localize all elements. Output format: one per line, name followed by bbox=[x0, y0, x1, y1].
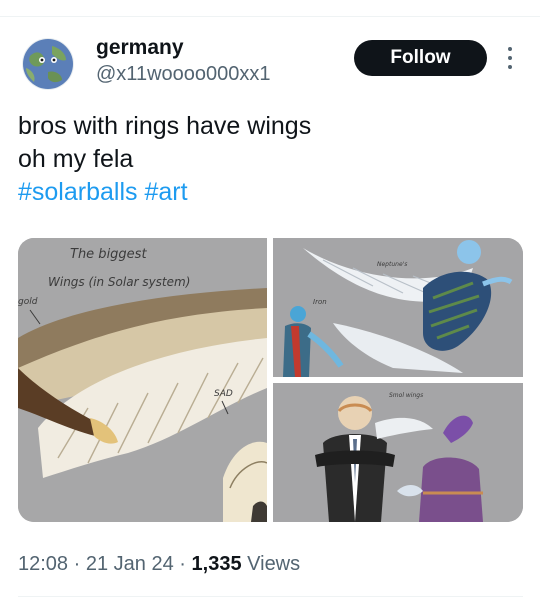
views-label: Views bbox=[247, 553, 301, 575]
tweet-line: bros with rings have wings bbox=[18, 112, 312, 140]
meta-separator: · bbox=[73, 553, 81, 575]
more-dot bbox=[508, 65, 512, 70]
panel-label-iron: Iron bbox=[313, 298, 327, 306]
panel-title-line2: Wings (in Solar system) bbox=[48, 275, 190, 289]
user-handle[interactable]: @x11woooo000xx1 bbox=[96, 63, 271, 86]
more-dot bbox=[508, 55, 512, 60]
tweet-meta: 12:08 · 21 Jan 24 · 1,335 Views bbox=[18, 553, 300, 576]
artwork-bottom-right: Smol wings bbox=[273, 383, 523, 522]
media-grid: The biggest Wings (in Solar system) gold… bbox=[18, 238, 523, 522]
tweet-time[interactable]: 12:08 bbox=[18, 553, 68, 575]
more-options-icon[interactable] bbox=[500, 44, 520, 72]
panel-label-gold: gold bbox=[18, 297, 38, 307]
panel-label-top: Neptune's bbox=[377, 261, 407, 268]
panel-title-line1: The biggest bbox=[70, 247, 147, 262]
bottom-divider bbox=[18, 596, 523, 597]
tweet-text: bros with rings have wings oh my fela #s… bbox=[18, 110, 518, 209]
tweet-date[interactable]: 21 Jan 24 bbox=[86, 553, 174, 575]
panel-label-sad: SAD bbox=[214, 389, 233, 399]
hashtag-link[interactable]: #art bbox=[144, 178, 187, 206]
follow-button[interactable]: Follow bbox=[354, 40, 487, 76]
hashtag-link[interactable]: #solarballs bbox=[18, 178, 138, 206]
media-image-bottom-right[interactable]: Smol wings bbox=[273, 383, 523, 522]
media-image-top-right[interactable]: Neptune's Iron bbox=[273, 238, 523, 377]
artwork-left: The biggest Wings (in Solar system) gold… bbox=[18, 238, 267, 522]
tweet-line: oh my fela bbox=[18, 145, 134, 173]
views-count: 1,335 bbox=[191, 553, 242, 575]
artwork-top-right: Neptune's Iron bbox=[273, 238, 523, 377]
panel-label-small-wings: Smol wings bbox=[389, 392, 423, 399]
globe-avatar-icon bbox=[23, 39, 73, 89]
meta-separator: · bbox=[179, 553, 186, 575]
top-divider bbox=[0, 16, 540, 17]
media-image-left[interactable]: The biggest Wings (in Solar system) gold… bbox=[18, 238, 267, 522]
more-dot bbox=[508, 46, 512, 51]
display-name[interactable]: germany bbox=[96, 36, 184, 60]
hashtag-row: #solarballs #art bbox=[18, 176, 518, 209]
avatar[interactable] bbox=[22, 38, 74, 90]
